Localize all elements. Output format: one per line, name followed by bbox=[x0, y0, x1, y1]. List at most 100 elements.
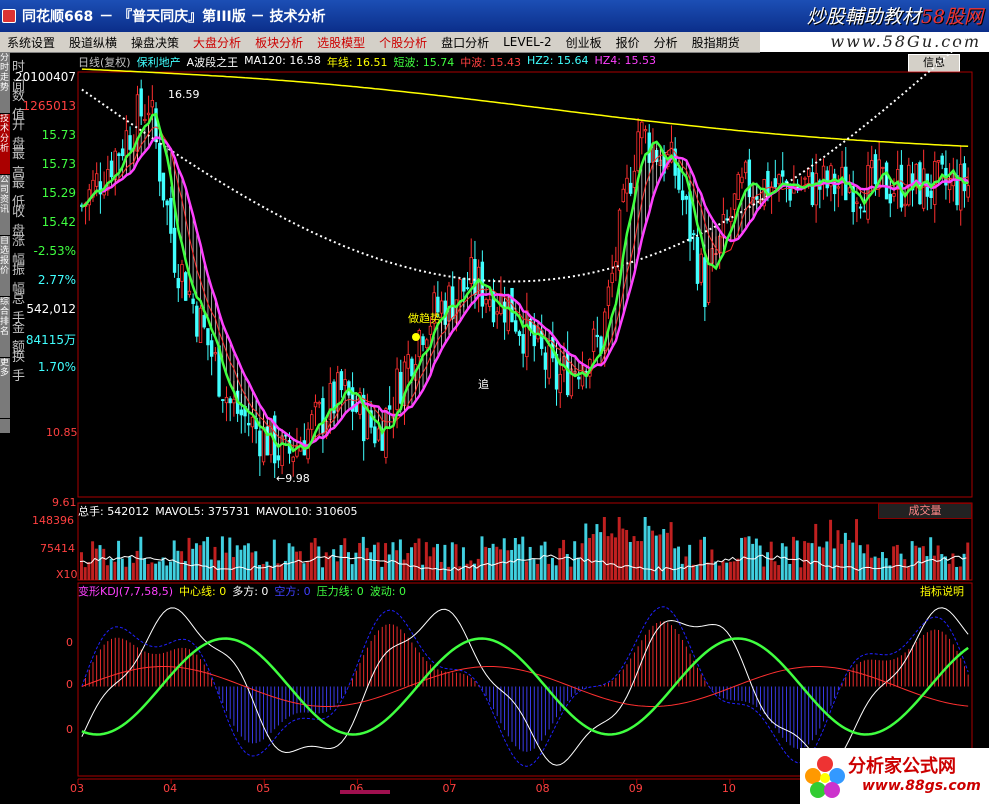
candle-body bbox=[150, 100, 155, 108]
candle-body bbox=[743, 161, 748, 174]
kdj-axis-zero-0: 0 bbox=[66, 636, 73, 649]
volume-bar bbox=[328, 555, 332, 580]
candle-body bbox=[373, 426, 377, 444]
short-wave-line bbox=[81, 112, 969, 453]
volume-bar bbox=[869, 557, 873, 580]
volume-bar bbox=[265, 561, 269, 580]
volume-bar bbox=[821, 547, 825, 580]
volume-bar bbox=[840, 543, 844, 580]
volume-bar bbox=[543, 541, 547, 580]
volume-bar bbox=[402, 559, 406, 580]
volume-bar bbox=[406, 553, 410, 580]
candle-body bbox=[517, 331, 522, 337]
volume-bar bbox=[510, 549, 514, 580]
candle-body bbox=[803, 177, 807, 180]
candle-body bbox=[862, 210, 867, 213]
candle-body bbox=[343, 379, 347, 386]
volume-bar bbox=[450, 542, 454, 580]
volume-bar bbox=[602, 517, 606, 580]
candle-body bbox=[892, 193, 896, 197]
candle-body bbox=[462, 278, 466, 292]
candle-body bbox=[966, 185, 970, 198]
volume-bar bbox=[380, 566, 384, 580]
month-label-05: 05 bbox=[256, 782, 270, 795]
candle-body bbox=[191, 298, 195, 304]
candle-body bbox=[959, 163, 963, 211]
volume-bar bbox=[929, 537, 933, 580]
volume-bar bbox=[895, 544, 899, 580]
volume-bar bbox=[632, 536, 636, 580]
candle-body bbox=[206, 328, 210, 346]
kdj-value-4: 压力线: 0 bbox=[316, 585, 364, 598]
volume-bar bbox=[258, 564, 261, 580]
volume-bar bbox=[906, 566, 910, 580]
candle-body bbox=[202, 315, 206, 328]
volume-bar bbox=[569, 566, 573, 580]
volume-selector[interactable]: 成交量 bbox=[878, 503, 972, 519]
candle-body bbox=[903, 203, 907, 207]
volume-bar bbox=[669, 522, 673, 580]
volume-bar bbox=[217, 560, 221, 580]
price-axis-label-961: 9.61 bbox=[52, 496, 77, 509]
volume-bar bbox=[680, 563, 684, 580]
volume-bar bbox=[855, 519, 859, 580]
volume-bar bbox=[513, 537, 517, 580]
volume-bar bbox=[832, 548, 836, 580]
volume-bar bbox=[773, 561, 777, 580]
volume-bar bbox=[295, 551, 299, 580]
volume-bar bbox=[87, 562, 91, 580]
volume-bar bbox=[780, 543, 784, 580]
candle-body bbox=[929, 190, 933, 198]
volume-bar bbox=[436, 543, 439, 580]
volume-bar bbox=[665, 532, 669, 580]
candle-body bbox=[195, 305, 199, 337]
candle-body bbox=[495, 311, 499, 315]
volume-bar bbox=[157, 561, 161, 580]
candle-body bbox=[198, 307, 203, 343]
candle-body bbox=[617, 209, 622, 271]
volume-bar bbox=[521, 536, 525, 580]
volume-bar bbox=[792, 536, 795, 580]
ma120-line bbox=[81, 36, 969, 283]
candle-body bbox=[399, 371, 403, 404]
candle-body bbox=[209, 340, 214, 357]
volume-bar bbox=[135, 550, 139, 580]
volume-bar bbox=[881, 552, 884, 580]
candle-body bbox=[261, 427, 266, 463]
candle-body bbox=[643, 129, 648, 132]
candle-body bbox=[276, 455, 281, 461]
candle-body bbox=[410, 358, 414, 377]
volume-bar bbox=[617, 517, 621, 580]
volume-bar bbox=[695, 565, 699, 580]
candle-body bbox=[703, 257, 707, 307]
volume-bar bbox=[269, 565, 273, 580]
volume-bar bbox=[154, 563, 158, 580]
volume-bar bbox=[480, 536, 484, 580]
volume-bar bbox=[595, 524, 599, 580]
volume-bar bbox=[639, 541, 643, 580]
kdj-axis-zero-1: 0 bbox=[66, 678, 73, 691]
candle-body bbox=[940, 155, 944, 165]
volume-bar bbox=[651, 530, 655, 580]
volume-bar bbox=[243, 545, 247, 580]
kdj-value-5: 波动: 0 bbox=[369, 585, 407, 598]
candle-body bbox=[250, 416, 255, 428]
candle-body bbox=[577, 376, 581, 380]
volume-bar bbox=[814, 523, 818, 580]
volume-bar bbox=[102, 548, 106, 580]
candle-body bbox=[213, 352, 218, 355]
volume-bar bbox=[254, 551, 258, 580]
volume-bar bbox=[710, 549, 714, 580]
candle-body bbox=[146, 112, 151, 116]
volume-bar bbox=[643, 517, 647, 580]
volume-bar bbox=[573, 541, 577, 580]
indicator-help-link[interactable]: 指标说明 bbox=[920, 583, 964, 599]
volume-bar bbox=[858, 545, 862, 580]
volume-bar bbox=[795, 540, 799, 580]
candle-body bbox=[172, 227, 177, 273]
volume-bar bbox=[350, 564, 354, 580]
candle-body bbox=[621, 188, 625, 203]
volume-bar bbox=[146, 564, 150, 580]
kdj-value-3: 空方: 0 bbox=[274, 585, 311, 598]
candle-body bbox=[699, 253, 703, 283]
